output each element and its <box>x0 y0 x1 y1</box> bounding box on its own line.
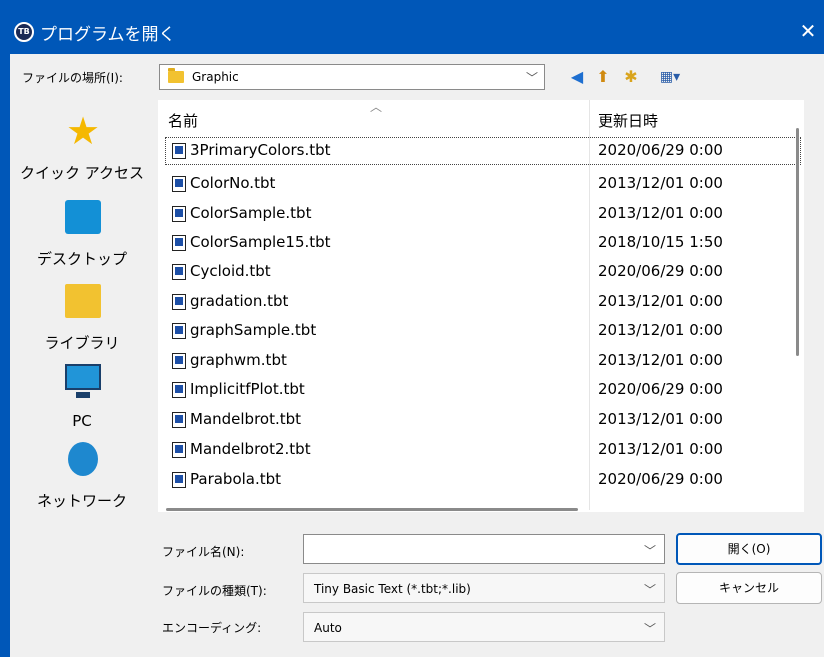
file-name: gradation.tbt <box>190 292 289 310</box>
tbt-file-icon <box>172 353 186 369</box>
file-name: Mandelbrot2.tbt <box>190 440 311 458</box>
chevron-down-icon[interactable]: ﹀ <box>644 620 656 637</box>
file-row[interactable]: Parabola.tbt 2020/06/29 0:00 <box>166 467 800 493</box>
up-folder-icon[interactable]: ⬆ <box>592 66 614 88</box>
chevron-down-icon[interactable]: ﹀ <box>644 542 656 559</box>
file-row[interactable]: graphwm.tbt 2013/12/01 0:00 <box>166 348 800 374</box>
file-name: Cycloid.tbt <box>190 262 271 280</box>
file-date: 2013/12/01 0:00 <box>598 410 723 428</box>
place-label: ライブラリ <box>44 334 120 352</box>
file-row[interactable]: Cycloid.tbt 2020/06/29 0:00 <box>166 259 800 285</box>
file-name: Mandelbrot.tbt <box>190 410 302 428</box>
file-name: ColorSample.tbt <box>190 204 312 222</box>
file-row[interactable]: ColorSample.tbt 2013/12/01 0:00 <box>166 201 800 227</box>
chevron-down-icon[interactable]: ﹀ <box>526 69 538 86</box>
location-combo[interactable]: Graphic ﹀ <box>159 64 545 90</box>
tbt-file-icon <box>172 442 186 458</box>
tbt-file-icon <box>172 176 186 192</box>
encoding-value: Auto <box>314 621 342 635</box>
tbt-file-icon <box>172 472 186 488</box>
file-date: 2013/12/01 0:00 <box>598 321 723 339</box>
file-date: 2018/10/15 1:50 <box>598 233 723 251</box>
pc-icon <box>65 364 101 390</box>
tbt-file-icon <box>172 264 186 280</box>
file-row[interactable]: gradation.tbt 2013/12/01 0:00 <box>166 289 800 315</box>
encoding-select[interactable]: Auto ﹀ <box>303 612 665 642</box>
place-label: PC <box>72 412 92 430</box>
file-name: ColorNo.tbt <box>190 174 276 192</box>
desktop-icon <box>65 200 101 234</box>
back-icon[interactable]: ◀ <box>566 66 588 88</box>
tbt-file-icon <box>172 294 186 310</box>
place-network[interactable]: ネットワーク <box>10 442 154 522</box>
vertical-scrollbar[interactable] <box>796 128 799 356</box>
window-title: プログラムを開く <box>40 25 176 45</box>
chevron-down-icon[interactable]: ﹀ <box>644 581 656 598</box>
location-label: ファイルの場所(I): <box>22 71 123 85</box>
file-name: graphwm.tbt <box>190 351 287 369</box>
place-label: ネットワーク <box>36 492 127 510</box>
file-row[interactable]: ColorSample15.tbt 2018/10/15 1:50 <box>166 230 800 256</box>
sort-ascending-icon: ︿ <box>370 100 383 114</box>
file-row[interactable]: ColorNo.tbt 2013/12/01 0:00 <box>166 171 800 197</box>
tbt-file-icon <box>172 412 186 428</box>
encoding-label: エンコーディング: <box>162 621 262 635</box>
file-row[interactable]: 3PrimaryColors.tbt 2020/06/29 0:00 <box>165 137 801 165</box>
view-menu-icon[interactable]: ▦▾ <box>652 66 688 88</box>
file-name: Parabola.tbt <box>190 470 282 488</box>
file-name: 3PrimaryColors.tbt <box>190 141 331 159</box>
file-date: 2020/06/29 0:00 <box>598 470 723 488</box>
location-value: Graphic <box>192 70 239 84</box>
file-name: ColorSample15.tbt <box>190 233 331 251</box>
tbt-file-icon <box>172 382 186 398</box>
file-date: 2013/12/01 0:00 <box>598 174 723 192</box>
tbt-file-icon <box>172 143 186 159</box>
file-date: 2020/06/29 0:00 <box>598 262 723 280</box>
place-label: クイック アクセス <box>19 164 145 182</box>
open-button[interactable]: 開く(O) <box>676 533 822 565</box>
tbt-file-icon <box>172 323 186 339</box>
close-icon[interactable]: ✕ <box>796 20 820 44</box>
file-row[interactable]: ImplicitfPlot.tbt 2020/06/29 0:00 <box>166 377 800 403</box>
column-header-name[interactable]: 名前 <box>168 110 198 131</box>
app-icon: TB <box>14 22 34 42</box>
place-label: デスクトップ <box>36 250 127 268</box>
filetype-value: Tiny Basic Text (*.tbt;*.lib) <box>314 582 471 596</box>
place-quick-access[interactable]: ★ クイック アクセス <box>10 109 154 194</box>
place-desktop[interactable]: デスクトップ <box>10 200 154 280</box>
file-date: 2020/06/29 0:00 <box>598 380 723 398</box>
filename-label: ファイル名(N): <box>162 545 245 559</box>
pc-stand <box>76 392 90 398</box>
places-bar: ★ クイック アクセス デスクトップ ライブラリ PC ネットワーク <box>10 104 154 624</box>
library-icon <box>65 284 101 318</box>
title-bar: TB プログラムを開く ✕ <box>10 10 824 54</box>
file-row[interactable]: graphSample.tbt 2013/12/01 0:00 <box>166 318 800 344</box>
column-header-date[interactable]: 更新日時 <box>598 110 658 131</box>
file-date: 2013/12/01 0:00 <box>598 292 723 310</box>
folder-icon <box>168 68 184 83</box>
file-list[interactable]: ︿ 名前 更新日時 3PrimaryColors.tbt 2020/06/29 … <box>158 100 804 512</box>
star-icon: ★ <box>65 109 101 153</box>
tbt-file-icon <box>172 206 186 222</box>
file-date: 2013/12/01 0:00 <box>598 351 723 369</box>
filetype-select[interactable]: Tiny Basic Text (*.tbt;*.lib) ﹀ <box>303 573 665 603</box>
file-row[interactable]: Mandelbrot2.tbt 2013/12/01 0:00 <box>166 437 800 463</box>
place-library[interactable]: ライブラリ <box>10 284 154 364</box>
file-date: 2013/12/01 0:00 <box>598 204 723 222</box>
network-icon <box>68 442 98 476</box>
file-date: 2013/12/01 0:00 <box>598 440 723 458</box>
file-name: ImplicitfPlot.tbt <box>190 380 305 398</box>
file-name: graphSample.tbt <box>190 321 317 339</box>
place-pc[interactable]: PC <box>10 364 154 444</box>
horizontal-scrollbar[interactable] <box>166 508 578 511</box>
filename-field[interactable]: ﹀ <box>303 534 665 564</box>
file-date: 2020/06/29 0:00 <box>598 141 723 159</box>
tbt-file-icon <box>172 235 186 251</box>
filetype-label: ファイルの種類(T): <box>162 584 267 598</box>
title-strip <box>10 0 824 10</box>
new-folder-icon[interactable]: ✱ <box>620 66 642 88</box>
cancel-button[interactable]: キャンセル <box>676 572 822 604</box>
file-row[interactable]: Mandelbrot.tbt 2013/12/01 0:00 <box>166 407 800 433</box>
